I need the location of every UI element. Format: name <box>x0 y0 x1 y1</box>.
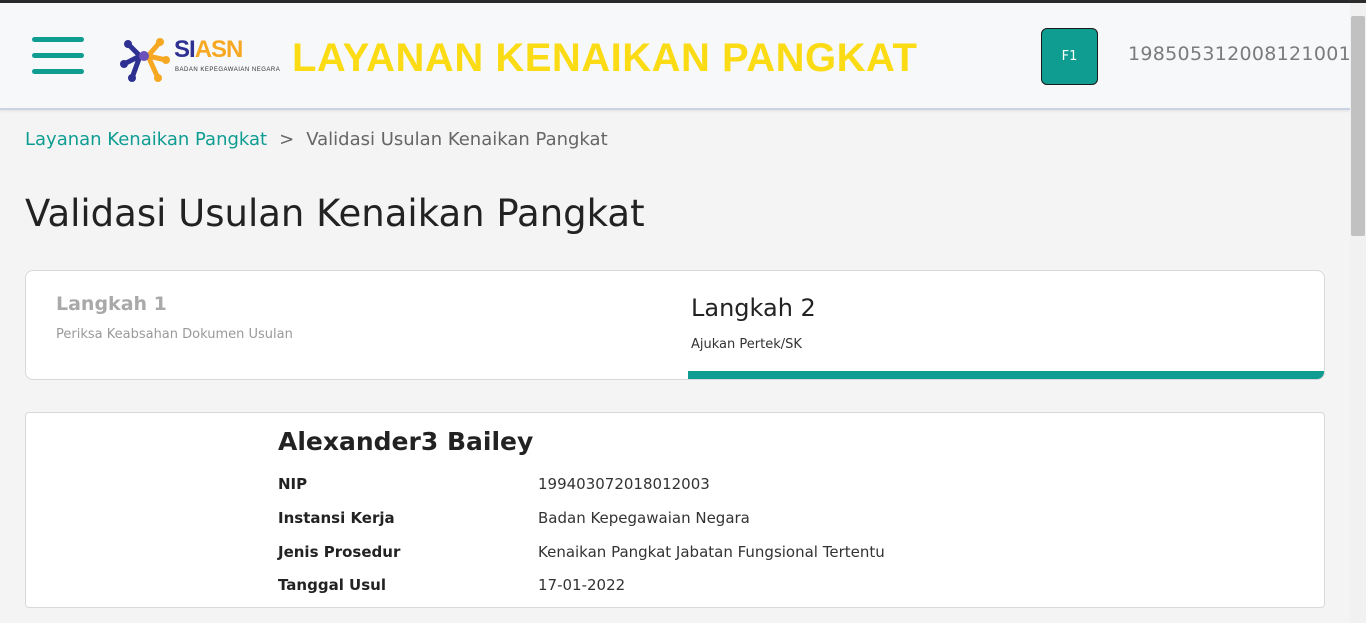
applicant-detail-card: Alexander3 Bailey NIP 199403072018012003… <box>25 412 1325 608</box>
breadcrumb-current: Validasi Usulan Kenaikan Pangkat <box>306 129 608 150</box>
detail-label: Jenis Prosedur <box>278 543 401 561</box>
step-1[interactable]: Langkah 1 Periksa Keabsahan Dokumen Usul… <box>26 271 688 379</box>
hamburger-menu-icon[interactable] <box>32 37 84 77</box>
active-step-indicator <box>688 371 1324 379</box>
user-avatar-button[interactable]: F1 <box>1041 28 1098 85</box>
logo-mark-icon <box>120 38 170 82</box>
breadcrumb-link-layanan[interactable]: Layanan Kenaikan Pangkat <box>25 129 267 150</box>
scrollbar-thumb[interactable] <box>1351 16 1365 236</box>
steps-card: Langkah 1 Periksa Keabsahan Dokumen Usul… <box>25 270 1325 380</box>
step-2-title: Langkah 2 <box>691 294 816 322</box>
detail-value: 17-01-2022 <box>538 576 626 594</box>
step-1-title: Langkah 1 <box>56 293 167 315</box>
step-1-subtitle: Periksa Keabsahan Dokumen Usulan <box>56 327 293 342</box>
user-id-label: 198505312008121001 <box>1128 43 1351 65</box>
app-title: LAYANAN KENAIKAN PANGKAT <box>292 36 918 80</box>
detail-label: Tanggal Usul <box>278 576 386 594</box>
breadcrumb-separator-icon: > <box>279 129 295 150</box>
logo-wordmark: SIASN <box>174 36 243 63</box>
logo-subtext: BADAN KEPEGAWAIAN NEGARA <box>175 67 281 73</box>
detail-label: Instansi Kerja <box>278 509 395 527</box>
step-2[interactable]: Langkah 2 Ajukan Pertek/SK <box>688 271 1324 379</box>
step-2-subtitle: Ajukan Pertek/SK <box>691 337 802 352</box>
detail-value: Kenaikan Pangkat Jabatan Fungsional Tert… <box>538 543 885 561</box>
app-header: SIASN BADAN KEPEGAWAIAN NEGARA LAYANAN K… <box>0 3 1351 110</box>
detail-value: 199403072018012003 <box>538 475 710 493</box>
detail-value: Badan Kepegawaian Negara <box>538 509 750 527</box>
page-title: Validasi Usulan Kenaikan Pangkat <box>25 192 645 235</box>
detail-label: NIP <box>278 475 308 493</box>
siasn-logo[interactable]: SIASN BADAN KEPEGAWAIAN NEGARA <box>118 30 281 86</box>
breadcrumb: Layanan Kenaikan Pangkat > Validasi Usul… <box>25 129 608 150</box>
applicant-name: Alexander3 Bailey <box>278 427 534 456</box>
